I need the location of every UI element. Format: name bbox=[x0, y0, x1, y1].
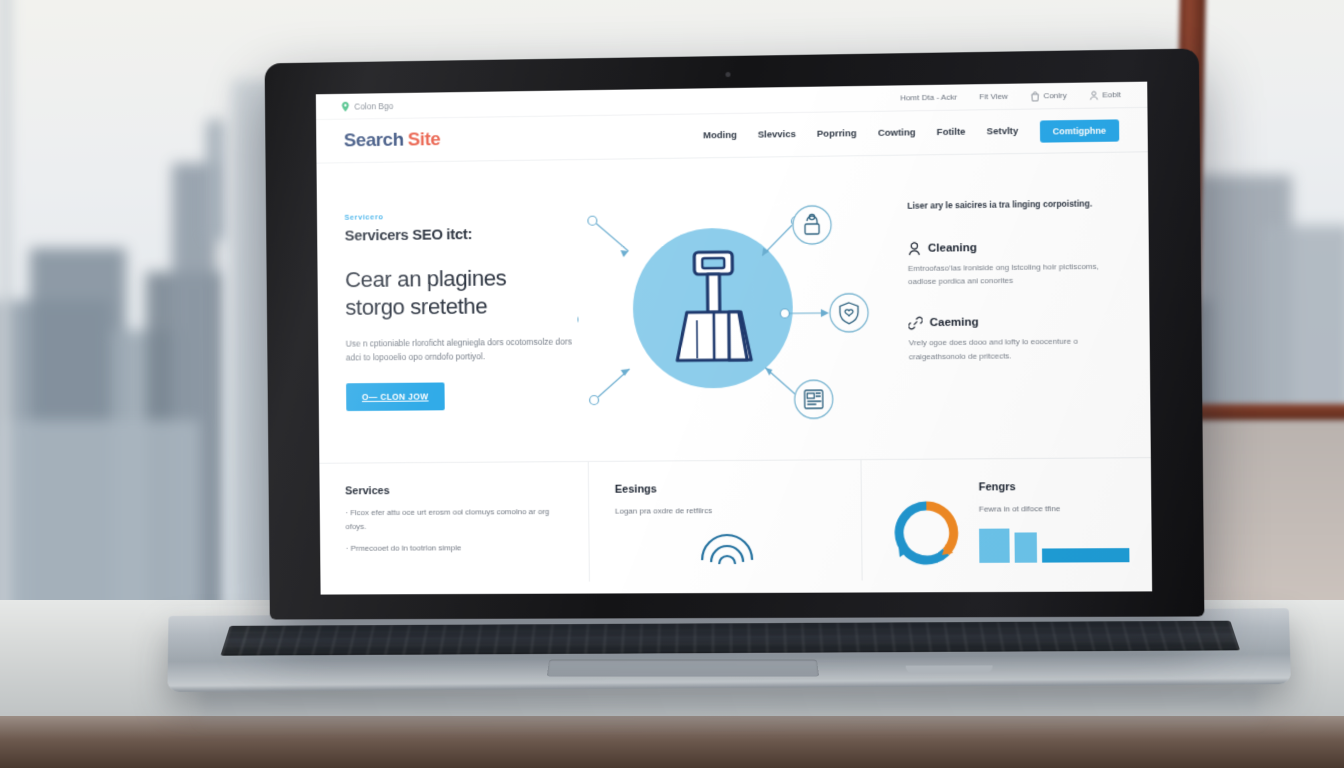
card-services: Services · Flcox efer attu oce urt erosm… bbox=[319, 461, 590, 583]
utility-item-fit-view[interactable]: Fit View bbox=[979, 92, 1008, 101]
desk-reflection bbox=[200, 688, 1260, 728]
bag-icon bbox=[1030, 91, 1039, 101]
shield-heart-icon bbox=[830, 294, 869, 332]
hero-body-text: Use n cptioniable rloroficht alegniegla … bbox=[345, 336, 572, 363]
bar-2 bbox=[1014, 532, 1038, 563]
document-news-icon bbox=[794, 380, 832, 418]
feature-item-cleaning: Cleaning Emtroofaso'las lroniside ong ls… bbox=[908, 239, 1121, 289]
location-label: Colon Bgo bbox=[354, 100, 394, 112]
utility-item-label: Homt Dta - Ackr bbox=[900, 92, 958, 103]
laptop-trackpad[interactable] bbox=[546, 659, 820, 677]
map-pin-icon bbox=[341, 101, 349, 112]
logo-first-word: Search bbox=[343, 129, 404, 151]
nav-link-fotilte[interactable]: Fotilte bbox=[937, 127, 966, 138]
feature-title: Cleaning bbox=[927, 241, 977, 255]
feature-list: Liser ary le saicires ia tra linging cor… bbox=[881, 195, 1122, 439]
laptop-keyboard[interactable] bbox=[220, 620, 1241, 656]
hero-section: Servicero Servicers SEO itct: Cear an pl… bbox=[316, 152, 1150, 443]
hero-heading-line-1: Cear an plagines bbox=[344, 265, 507, 293]
card-text: Fewra in ot difoce tfine bbox=[978, 504, 1061, 514]
feature-title: Caeming bbox=[929, 316, 979, 330]
website-page: Colon Bgo Homt Dta - Ackr Fit View Conlr… bbox=[315, 81, 1153, 595]
hero-copy: Servicero Servicers SEO itct: Cear an pl… bbox=[344, 202, 578, 443]
utility-item-country[interactable]: Conlry bbox=[1030, 90, 1067, 101]
nav-links: Moding Slevvics Poprring Cowting Fotilte… bbox=[703, 118, 1120, 147]
feature-text: Vrely ogoe does dooo and lofty lo eoocen… bbox=[908, 337, 1078, 362]
hero-eyebrow: Servicero bbox=[344, 212, 384, 222]
utility-item-label: Eoblt bbox=[1102, 90, 1121, 100]
wifi-graphic bbox=[615, 525, 839, 568]
illustration-graphics bbox=[576, 198, 883, 441]
location-indicator[interactable]: Colon Bgo bbox=[341, 101, 393, 112]
card-title: Eesings bbox=[614, 483, 657, 496]
laptop-device: Colon Bgo Homt Dta - Ackr Fit View Conlr… bbox=[0, 0, 1344, 768]
site-logo[interactable]: Search Site bbox=[344, 129, 441, 152]
hero-heading: Cear an plagines storgo sretethe bbox=[345, 264, 578, 323]
card-eesings: Eesings Logan pra oxdre de retfilrcs bbox=[588, 460, 863, 582]
nav-link-moding[interactable]: Moding bbox=[703, 130, 737, 141]
utility-item-label: Conlry bbox=[1043, 90, 1067, 101]
signal-arcs-icon bbox=[701, 533, 753, 564]
user-icon bbox=[1089, 90, 1098, 100]
laptop-lid: Colon Bgo Homt Dta - Ackr Fit View Conlr… bbox=[264, 48, 1205, 673]
bar-3 bbox=[1041, 547, 1130, 563]
feature-lead-text: Liser ary le saicires ia tra linging cor… bbox=[907, 198, 1093, 211]
hero-illustration bbox=[576, 198, 883, 441]
laptop-screen: Colon Bgo Homt Dta - Ackr Fit View Conlr… bbox=[315, 81, 1153, 595]
bar-1 bbox=[979, 528, 1010, 563]
card-bullet: · Flcox efer attu oce urt erosm ool clom… bbox=[345, 507, 550, 531]
webcam-icon bbox=[724, 71, 731, 78]
card-bullet: · Prmecooet do ln tootrlon simple bbox=[345, 543, 462, 554]
broom-cleaning-icon bbox=[676, 250, 753, 363]
nav-link-poprring[interactable]: Poprring bbox=[817, 128, 857, 140]
nav-link-setvlty[interactable]: Setvlty bbox=[987, 126, 1019, 138]
logo-second-word: Site bbox=[407, 128, 441, 150]
utility-item-home-data[interactable]: Homt Dta - Ackr bbox=[900, 93, 957, 103]
bar-chart bbox=[979, 528, 1130, 563]
donut-chart bbox=[888, 482, 965, 571]
card-fengrs: Fengrs Fewra in ot difoce tfine bbox=[861, 458, 1152, 580]
feature-text: Emtroofaso'las lroniside ong lstcoling h… bbox=[907, 261, 1099, 287]
hero-heading-line-2: storgo sretethe bbox=[345, 293, 488, 321]
feature-item-caeming: Caeming Vrely ogoe does dooo and lofty l… bbox=[908, 315, 1121, 364]
person-icon bbox=[908, 241, 921, 255]
hero-subheading: Servicers SEO itct: bbox=[344, 226, 473, 245]
cycle-donut-chart bbox=[888, 498, 965, 569]
nav-link-cowting[interactable]: Cowting bbox=[878, 127, 916, 139]
card-title: Services bbox=[345, 485, 390, 498]
hero-cta-button[interactable]: O— CLON JOW bbox=[346, 382, 445, 411]
lock-user-icon bbox=[793, 206, 831, 245]
link-icon bbox=[908, 317, 922, 331]
utility-item-account[interactable]: Eoblt bbox=[1089, 90, 1121, 101]
card-text: Logan pra oxdre de retfilrcs bbox=[615, 506, 713, 516]
nav-cta-button[interactable]: Comtigphne bbox=[1039, 118, 1120, 143]
card-title: Fengrs bbox=[978, 481, 1016, 494]
utility-links: Homt Dta - Ackr Fit View Conlry Eoblt bbox=[900, 90, 1121, 103]
utility-item-label: Fit View bbox=[979, 91, 1008, 102]
bottom-cards: Services · Flcox efer attu oce urt erosm… bbox=[319, 457, 1153, 583]
lid-notch bbox=[905, 665, 993, 673]
nav-link-slevvics[interactable]: Slevvics bbox=[758, 129, 796, 141]
